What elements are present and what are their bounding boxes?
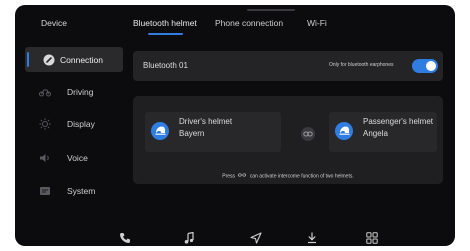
- sidebar-item-label: Display: [67, 118, 95, 129]
- driver-helmet-role: Driver's helmet: [179, 117, 233, 126]
- sidebar-item-connection[interactable]: Connection: [25, 47, 123, 72]
- passenger-helmet-card[interactable]: Passenger's helmet Angela: [329, 112, 437, 152]
- sidebar-item-display[interactable]: Display: [25, 111, 123, 136]
- sidebar-item-label: Driving: [67, 86, 94, 97]
- intercom-button-icon: [238, 173, 247, 179]
- tab-bluetooth-helmet[interactable]: Bluetooth helmet: [133, 18, 197, 28]
- link-icon: [43, 54, 55, 66]
- sidebar-item-label: Connection: [60, 54, 104, 65]
- helmet-icon: [151, 122, 169, 140]
- intercom-link-icon: [301, 127, 315, 141]
- driver-helmet-name: Bayern: [179, 129, 205, 138]
- navigation-icon[interactable]: [249, 231, 263, 245]
- hint-suffix: can activate intercome function of two h…: [249, 173, 354, 180]
- tab-phone-connection[interactable]: Phone connection: [215, 18, 283, 28]
- sidebar-item-label: System: [67, 185, 96, 196]
- only-bluetooth-earphones-label: Only for bluetooth earphones: [329, 62, 394, 68]
- top-handle: [247, 9, 295, 11]
- bluetooth-earphones-toggle[interactable]: [412, 59, 438, 73]
- brightness-icon: [39, 118, 51, 130]
- motorcycle-icon: [39, 86, 51, 98]
- intercom-hint: Press can activate intercome function of…: [133, 173, 443, 179]
- apps-icon[interactable]: [365, 231, 379, 245]
- passenger-helmet-name: Angela: [363, 129, 388, 138]
- helmet-icon: [335, 122, 353, 140]
- speaker-icon: [39, 152, 51, 164]
- sidebar-item-system[interactable]: System: [25, 178, 123, 203]
- sidebar-item-label: Voice: [67, 152, 88, 163]
- music-icon[interactable]: [182, 231, 196, 245]
- intercom-panel: Driver's helmet Bayern Passenger's helme…: [133, 96, 443, 184]
- phone-icon[interactable]: [118, 231, 132, 245]
- sidebar-title: Device: [41, 18, 67, 28]
- system-icon: [39, 185, 51, 197]
- download-icon[interactable]: [305, 231, 319, 245]
- toggle-knob: [426, 61, 436, 71]
- hint-prefix: Press: [222, 173, 236, 180]
- sidebar-item-voice[interactable]: Voice: [25, 145, 123, 170]
- driver-helmet-card[interactable]: Driver's helmet Bayern: [145, 112, 281, 152]
- sidebar-item-driving[interactable]: Driving: [25, 79, 123, 104]
- bluetooth-device-name: Bluetooth 01: [143, 61, 188, 70]
- active-tab-indicator: [148, 33, 183, 35]
- tab-wifi[interactable]: Wi-Fi: [307, 18, 327, 28]
- passenger-helmet-role: Passenger's helmet: [363, 117, 434, 126]
- device-screen: Device Connection Driving Display Voice …: [15, 5, 455, 246]
- bluetooth-device-row: Bluetooth 01 Only for bluetooth earphone…: [133, 51, 443, 81]
